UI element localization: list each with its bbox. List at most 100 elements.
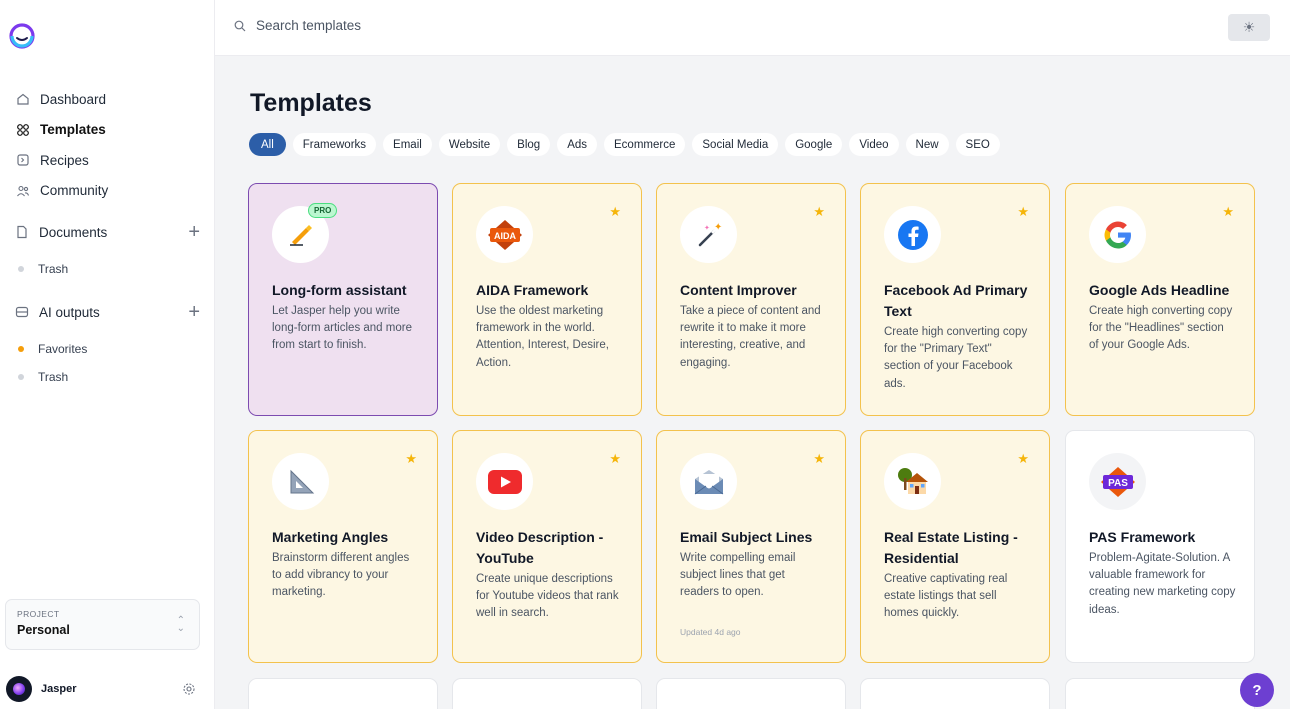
community-icon (15, 183, 30, 198)
search-icon (234, 20, 246, 31)
card-title: Long-form assistant (272, 282, 407, 298)
chip-website[interactable]: Website (438, 133, 501, 156)
ai-outputs-trash-label: Trash (38, 370, 69, 384)
chip-ecommerce[interactable]: Ecommerce (604, 133, 686, 156)
chip-all[interactable]: All (249, 133, 286, 156)
nav-dashboard-label: Dashboard (40, 91, 107, 107)
add-document-icon[interactable]: + (188, 222, 200, 242)
chip-seo[interactable]: SEO (955, 133, 1000, 156)
template-card-content-improver[interactable]: ✦ ✦ ★ Content Improver Take a piece of co… (656, 183, 846, 416)
chip-new[interactable]: New (905, 133, 949, 156)
theme-toggle-button[interactable]: ☀ (1228, 14, 1270, 41)
star-icon[interactable]: ★ (1017, 451, 1029, 467)
template-card-partial[interactable] (1065, 678, 1255, 709)
card-description: Create unique descriptions for Youtube v… (476, 573, 619, 620)
gear-icon[interactable] (182, 682, 196, 696)
nav-community-label: Community (40, 183, 109, 199)
star-icon[interactable]: ★ (1017, 204, 1029, 220)
chip-frameworks[interactable]: Frameworks (292, 133, 377, 156)
card-description: Create high converting copy for the "Hea… (1089, 305, 1233, 352)
card-title: Facebook Ad Primary Text (884, 282, 1028, 319)
chip-email[interactable]: Email (383, 133, 432, 156)
updated-timestamp: Updated 4d ago (680, 627, 741, 637)
chip-google[interactable]: Google (785, 133, 843, 156)
templates-page: Templates All Frameworks Email Website B… (215, 56, 1290, 709)
sidebar: Dashboard Templates Recipes Community Do… (0, 0, 215, 709)
grid-icon (15, 122, 30, 137)
star-icon[interactable]: ★ (813, 451, 825, 467)
magic-wand-icon: ✦ ✦ (680, 206, 737, 263)
main-nav: Dashboard Templates Recipes Community (15, 84, 200, 206)
nav-dashboard[interactable]: Dashboard (15, 84, 200, 115)
ai-outputs-trash[interactable]: Trash (15, 363, 200, 391)
star-icon[interactable]: ★ (405, 451, 417, 467)
home-icon (15, 92, 30, 107)
chip-social-media[interactable]: Social Media (692, 133, 779, 156)
star-icon[interactable]: ★ (609, 451, 621, 467)
card-title: Real Estate Listing - Residential (884, 529, 1018, 566)
template-card-aida[interactable]: AIDA ★ AIDA Framework Use the oldest mar… (452, 183, 642, 416)
documents-label: Documents (39, 224, 108, 240)
chip-video[interactable]: Video (849, 133, 899, 156)
template-card-pas[interactable]: PAS PAS Framework Problem-Agitate-Soluti… (1065, 430, 1255, 663)
chip-ads[interactable]: Ads (557, 133, 598, 156)
pas-icon-text: PAS (1108, 478, 1128, 489)
nav-recipes[interactable]: Recipes (15, 145, 200, 176)
template-card-real-estate[interactable]: ★ Real Estate Listing - Residential Crea… (860, 430, 1050, 663)
template-card-facebook-ad[interactable]: ★ Facebook Ad Primary Text Create high c… (860, 183, 1050, 416)
card-description: Problem-Agitate-Solution. A valuable fra… (1089, 552, 1236, 616)
add-ai-output-icon[interactable]: + (188, 302, 200, 322)
card-description: Take a piece of content and rewrite it t… (680, 305, 821, 369)
template-card-partial[interactable] (248, 678, 438, 709)
card-description: Use the oldest marketing framework in th… (476, 305, 609, 369)
card-title: AIDA Framework (476, 282, 589, 298)
documents-trash[interactable]: Trash (15, 255, 200, 283)
ai-outputs-favorites[interactable]: Favorites (15, 335, 200, 363)
card-description: Brainstorm different angles to add vibra… (272, 552, 410, 599)
card-title: Email Subject Lines (680, 529, 813, 545)
template-card-marketing-angles[interactable]: ★ Marketing Angles Brainstorm different … (248, 430, 438, 663)
card-description: Let Jasper help you write long-form arti… (272, 305, 412, 352)
nav-recipes-label: Recipes (40, 152, 89, 168)
star-icon[interactable]: ★ (813, 204, 825, 220)
trash-dot-icon (18, 266, 24, 272)
chip-blog[interactable]: Blog (507, 133, 551, 156)
top-bar: ☀ (215, 0, 1290, 56)
help-button[interactable]: ? (1240, 673, 1274, 707)
favorites-label: Favorites (38, 342, 88, 356)
card-title: Marketing Angles (272, 529, 389, 545)
document-icon (15, 225, 30, 240)
template-card-email-subject[interactable]: ★ Email Subject Lines Write compelling e… (656, 430, 846, 663)
search-input[interactable] (256, 18, 796, 33)
chevron-updown-icon: ⌃ ⌄ (176, 615, 185, 634)
template-card-long-form[interactable]: PRO Long-form assistant Let Jasper help … (248, 183, 438, 416)
star-icon[interactable]: ★ (1222, 204, 1234, 220)
template-card-youtube[interactable]: ★ Video Description - YouTube Create uni… (452, 430, 642, 663)
template-card-partial[interactable] (656, 678, 846, 709)
page-title: Templates (250, 89, 372, 117)
jasper-logo-icon[interactable] (9, 23, 35, 49)
favorites-dot-icon (18, 346, 24, 352)
avatar (6, 676, 32, 702)
template-card-google-ads[interactable]: ★ Google Ads Headline Create high conver… (1065, 183, 1255, 416)
card-description: Write compelling email subject lines tha… (680, 552, 796, 599)
category-filter: All Frameworks Email Website Blog Ads Ec… (249, 133, 1007, 156)
star-icon[interactable]: ★ (609, 204, 621, 220)
user-menu[interactable]: Jasper (6, 676, 196, 702)
nav-community[interactable]: Community (15, 176, 200, 207)
card-title: Content Improver (680, 282, 797, 298)
ai-outputs-label: AI outputs (39, 304, 100, 320)
envelope-icon (680, 453, 737, 510)
nav-templates[interactable]: Templates (15, 115, 200, 146)
template-card-partial[interactable] (452, 678, 642, 709)
user-name: Jasper (41, 683, 77, 695)
search-bar (234, 18, 834, 33)
pas-icon: PAS (1089, 453, 1146, 510)
template-card-partial[interactable] (860, 678, 1050, 709)
documents-header[interactable]: Documents + (15, 220, 200, 244)
ai-outputs-header[interactable]: AI outputs + (15, 300, 200, 324)
project-label: PROJECT (17, 609, 60, 619)
card-title: Google Ads Headline (1089, 282, 1230, 298)
project-selector[interactable]: PROJECT Personal ⌃ ⌄ (5, 599, 200, 650)
aida-icon-text: AIDA (494, 231, 516, 241)
